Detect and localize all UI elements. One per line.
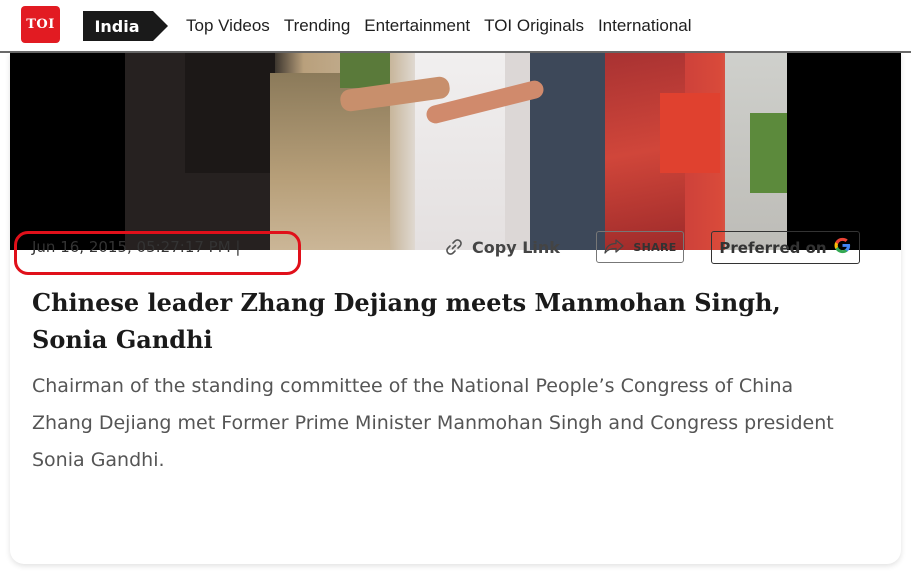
- nav-link-toi-originals[interactable]: TOI Originals: [484, 16, 584, 36]
- nav-link-international[interactable]: International: [598, 16, 692, 36]
- nav-link-entertainment[interactable]: Entertainment: [364, 16, 470, 36]
- timestamp-highlight-annotation: [14, 231, 301, 275]
- preferred-on-google-button[interactable]: Preferred on: [711, 231, 860, 264]
- link-icon: [444, 237, 464, 257]
- article-headline[interactable]: Chinese leader Zhang Dejiang meets Manmo…: [32, 284, 812, 358]
- preferred-label: Preferred on: [719, 238, 827, 257]
- top-navigation: TOI India Top Videos Trending Entertainm…: [0, 0, 911, 53]
- toi-logo[interactable]: TOI: [21, 6, 60, 43]
- video-player[interactable]: [10, 53, 901, 250]
- share-label: SHARE: [633, 240, 677, 254]
- share-arrow-icon: [603, 238, 625, 257]
- share-button[interactable]: SHARE: [596, 231, 684, 263]
- copy-link-button[interactable]: Copy Link: [444, 237, 560, 257]
- section-tab-arrow: [153, 11, 168, 41]
- nav-link-top-videos[interactable]: Top Videos: [186, 16, 270, 36]
- section-tab-india[interactable]: India: [83, 11, 153, 41]
- google-g-icon: [833, 236, 852, 259]
- video-frame-image: [125, 53, 787, 250]
- copy-link-label: Copy Link: [472, 237, 560, 257]
- nav-links: Top Videos Trending Entertainment TOI Or…: [186, 16, 706, 36]
- nav-link-trending[interactable]: Trending: [284, 16, 350, 36]
- article-summary: Chairman of the standing committee of th…: [32, 375, 834, 471]
